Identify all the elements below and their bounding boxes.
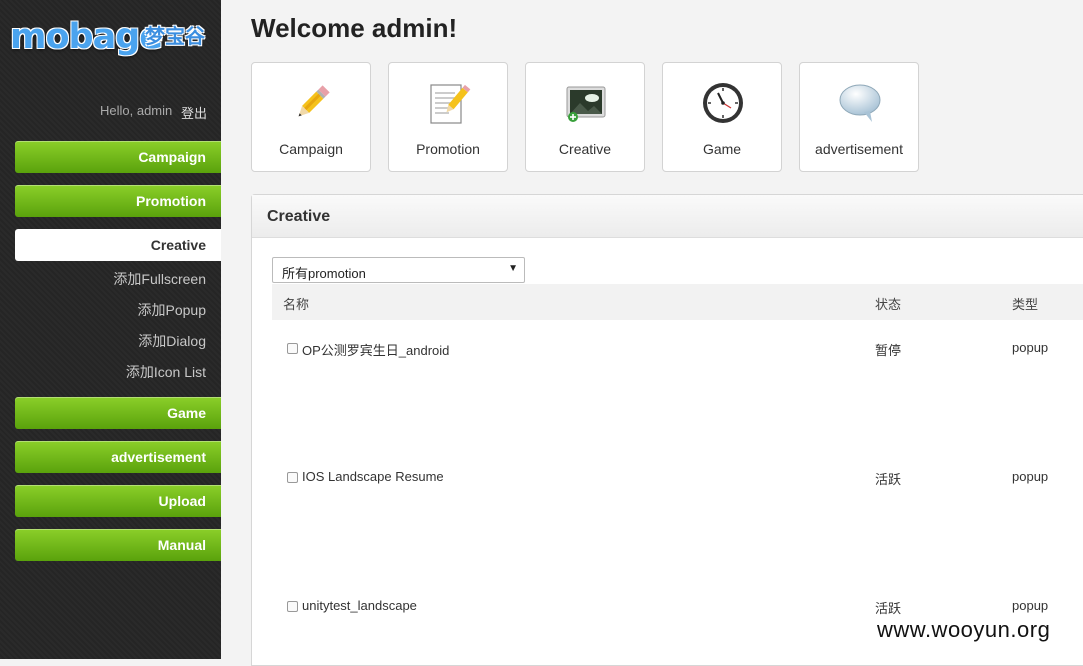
row-status: 活跃 xyxy=(875,601,902,616)
column-header-type: 类型 xyxy=(1012,297,1039,312)
row-checkbox[interactable] xyxy=(287,343,298,354)
sidebar-subitem-add-popup[interactable]: 添加Popup xyxy=(138,300,206,320)
tile-game[interactable]: Game xyxy=(662,62,782,172)
sidebar: mobage 梦宝谷 Hello, admin 登出 Campaign Prom… xyxy=(0,0,221,659)
row-type: popup xyxy=(1012,340,1049,355)
panel-title: Creative xyxy=(267,208,331,225)
tile-label: Creative xyxy=(558,141,612,157)
logo-cn-text: 梦宝谷 xyxy=(145,24,205,48)
row-checkbox[interactable] xyxy=(287,472,298,483)
row-name[interactable]: OP公测罗宾生日_android xyxy=(302,340,449,359)
sidebar-item-manual[interactable]: Manual xyxy=(15,529,221,561)
sidebar-subitem-add-icon-list[interactable]: 添加Icon List xyxy=(126,362,206,382)
tile-label: Game xyxy=(702,141,742,157)
creative-panel: Creative 所有promotion ▼ 名称 状态 类型 OP公测罗宾生日… xyxy=(251,194,1083,666)
row-name[interactable]: IOS Landscape Resume xyxy=(302,469,444,484)
logout-link[interactable]: 登出 xyxy=(181,103,207,122)
clock-icon xyxy=(703,83,743,123)
table-row: unitytest_landscape 活跃 popup xyxy=(272,598,1083,618)
pencil-icon xyxy=(298,85,330,117)
tile-campaign[interactable]: Campaign xyxy=(251,62,371,172)
row-status: 暂停 xyxy=(875,343,902,358)
tile-label: Campaign xyxy=(279,141,343,157)
sidebar-item-advertisement[interactable]: advertisement xyxy=(15,441,221,473)
promotion-filter-select[interactable]: 所有promotion ▼ xyxy=(272,257,525,283)
tile-label: advertisement xyxy=(815,141,903,157)
document-pencil-icon xyxy=(430,84,471,124)
panel-header: Creative xyxy=(252,195,1083,238)
sidebar-item-game[interactable]: Game xyxy=(15,397,221,429)
sidebar-subitem-add-dialog[interactable]: 添加Dialog xyxy=(138,331,206,351)
tile-label: Promotion xyxy=(416,141,480,157)
row-type: popup xyxy=(1012,469,1049,484)
row-status: 活跃 xyxy=(875,472,902,487)
image-add-icon xyxy=(566,86,606,122)
tile-creative[interactable]: Creative xyxy=(525,62,645,172)
sidebar-item-campaign[interactable]: Campaign xyxy=(15,141,221,173)
column-header-name: 名称 xyxy=(283,297,310,312)
column-header-status: 状态 xyxy=(875,297,902,312)
row-name[interactable]: unitytest_landscape xyxy=(302,598,417,613)
watermark: www.wooyun.org xyxy=(877,617,1051,642)
row-type: popup xyxy=(1012,598,1049,613)
tile-advertisement[interactable]: advertisement xyxy=(799,62,919,172)
table-row: IOS Landscape Resume 活跃 popup xyxy=(272,469,1083,489)
row-checkbox[interactable] xyxy=(287,601,298,612)
sidebar-item-promotion[interactable]: Promotion xyxy=(15,185,221,217)
table-row: OP公测罗宾生日_android 暂停 popup xyxy=(272,340,1083,360)
chevron-down-icon: ▼ xyxy=(508,263,518,274)
tile-promotion[interactable]: Promotion xyxy=(388,62,508,172)
logo-text: mobage xyxy=(10,17,163,57)
table-header: 名称 状态 类型 xyxy=(272,284,1083,320)
user-greeting: Hello, admin xyxy=(100,103,173,118)
sidebar-item-upload[interactable]: Upload xyxy=(15,485,221,517)
mobage-logo[interactable]: mobage 梦宝谷 xyxy=(10,18,210,58)
sidebar-subitem-add-fullscreen[interactable]: 添加Fullscreen xyxy=(113,269,206,289)
speech-bubble-icon xyxy=(839,84,881,122)
sidebar-item-creative[interactable]: Creative xyxy=(15,229,221,261)
select-value: 所有promotion xyxy=(282,266,366,281)
page-title: Welcome admin! xyxy=(251,13,458,43)
